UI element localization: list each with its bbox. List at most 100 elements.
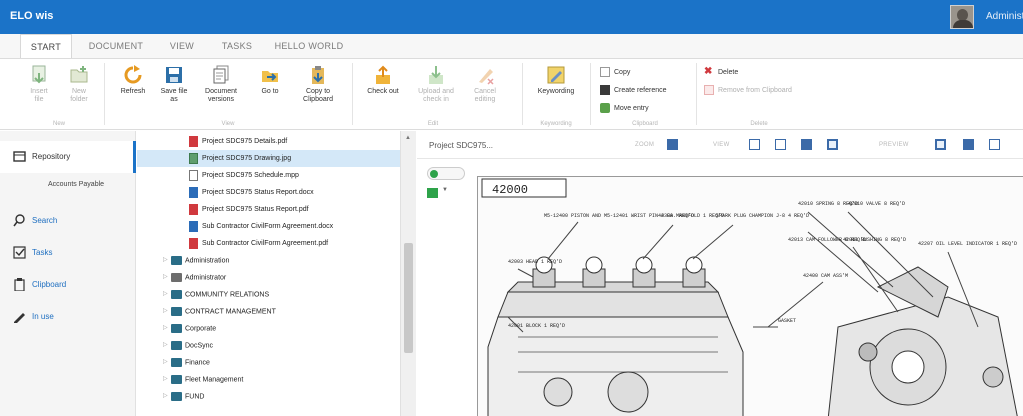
search-icon — [13, 214, 26, 227]
preview-pane: Project SDC975... ZOOM VIEW PREVIEW ▼ 42… — [417, 131, 1023, 416]
tree-document-item[interactable]: Project SDC975 Status Report.docx — [189, 184, 314, 201]
scroll-up-arrow-icon[interactable]: ▲ — [405, 135, 411, 141]
zoom-fit-icon[interactable] — [667, 139, 678, 150]
word-icon — [189, 186, 198, 198]
tree-folder-item[interactable]: ▷ Finance — [163, 354, 210, 371]
expand-arrow-icon[interactable]: ▷ — [163, 252, 171, 269]
expand-arrow-icon[interactable]: ▷ — [163, 320, 171, 337]
tree-folder-item[interactable]: ▷ Corporate — [163, 320, 216, 337]
view-full-page-icon[interactable] — [827, 139, 838, 150]
tree-document-item[interactable]: Project SDC975 Status Report.pdf — [189, 201, 309, 218]
upload-check-in-button[interactable]: Upload and check in — [416, 65, 456, 104]
insert-file-button[interactable]: Insert file — [26, 65, 52, 104]
user-avatar[interactable] — [950, 5, 974, 29]
drawing-callout: 42010 VALVE 8 REQ'D — [848, 201, 905, 207]
expand-arrow-icon[interactable]: ▷ — [163, 354, 171, 371]
toggle-switch[interactable] — [427, 167, 465, 180]
repository-tree: Project SDC975 Details.pdf Project SDC97… — [137, 131, 401, 416]
nav-repository[interactable]: Repository — [0, 141, 136, 173]
ribbon-separator — [352, 63, 353, 125]
preview-document-icon[interactable] — [935, 139, 946, 150]
drawing-callout: 42207 OIL LEVEL INDICATOR 1 REQ'D — [918, 241, 1017, 247]
refresh-button[interactable]: Refresh — [118, 65, 148, 96]
check-in-icon — [427, 65, 445, 85]
check-out-button[interactable]: Check out — [364, 65, 402, 96]
image-dropdown[interactable]: ▼ — [427, 187, 451, 200]
nav-search[interactable]: Search — [0, 205, 136, 237]
document-versions-button[interactable]: Document versions — [202, 65, 240, 104]
user-name[interactable]: Administrator — [986, 11, 1023, 22]
expand-arrow-icon[interactable]: ▷ — [163, 337, 171, 354]
expand-arrow-icon[interactable]: ▷ — [163, 303, 171, 320]
user-folder-icon — [171, 273, 182, 282]
remove-from-clipboard-button[interactable]: Remove from Clipboard — [704, 85, 792, 95]
tree-folder-item[interactable]: ▷ Fleet Management — [163, 371, 243, 388]
copy-to-clipboard-button[interactable]: Copy to Clipboard — [298, 65, 338, 104]
scrollbar-thumb[interactable] — [404, 243, 413, 353]
tree-document-item[interactable]: Project SDC975 Details.pdf — [189, 133, 287, 150]
tree-folder-item[interactable]: ▷ DocSync — [163, 337, 213, 354]
tab-tasks[interactable]: TASKS — [214, 34, 260, 58]
tree-folder-item[interactable]: ▷ Administration — [163, 252, 229, 269]
go-to-button[interactable]: Go to — [258, 65, 282, 96]
drawing-callout: SPARK PLUG CHAMPION J-8 4 REQ'D — [716, 213, 809, 219]
tree-document-item[interactable]: Project SDC975 Schedule.mpp — [189, 167, 299, 184]
view-fit-width-icon[interactable] — [801, 139, 812, 150]
go-to-icon — [261, 65, 279, 85]
new-folder-button[interactable]: New folder — [66, 65, 92, 104]
pdf-icon — [189, 237, 198, 249]
move-entry-icon — [600, 103, 610, 113]
ribbon-tabs: START DOCUMENT VIEW TASKS HELLO WORLD — [0, 34, 1023, 58]
tab-view[interactable]: VIEW — [162, 34, 202, 58]
expand-arrow-icon[interactable]: ▷ — [163, 371, 171, 388]
folder-icon — [171, 341, 182, 350]
repository-icon — [13, 150, 26, 163]
group-view-label: View — [221, 121, 235, 127]
tree-folder-item[interactable]: ▷ CONTRACT MANAGEMENT — [163, 303, 276, 320]
drawing-image[interactable]: 42000 M5-12400 PISTON AND M5-12401 WRIST… — [477, 176, 1023, 416]
nav-tasks[interactable]: Tasks — [0, 237, 136, 269]
tab-document[interactable]: DOCUMENT — [82, 34, 150, 58]
tree-document-item-selected[interactable]: Project SDC975 Drawing.jpg — [137, 150, 401, 167]
tab-hello-world[interactable]: HELLO WORLD — [270, 34, 348, 58]
delete-button[interactable]: ✖ Delete — [704, 67, 738, 77]
check-out-icon — [374, 65, 392, 85]
tree-folder-item[interactable]: ▷ Administrator — [163, 269, 226, 286]
folder-icon — [171, 256, 182, 265]
view-single-page-icon[interactable] — [749, 139, 760, 150]
ribbon-separator — [522, 63, 523, 125]
word-icon — [189, 220, 198, 232]
view-two-page-icon[interactable] — [775, 139, 786, 150]
new-folder-icon — [70, 65, 88, 85]
refresh-icon — [124, 65, 142, 85]
expand-arrow-icon[interactable]: ▷ — [163, 388, 171, 405]
cancel-editing-button[interactable]: Cancel editing — [468, 65, 502, 104]
copy-to-clipboard-icon — [309, 65, 327, 85]
app-title: ELO wis — [10, 10, 54, 22]
move-entry-button[interactable]: Move entry — [600, 103, 649, 113]
nav-accounts-payable[interactable]: Accounts Payable — [48, 181, 104, 188]
preview-header: Project SDC975... ZOOM VIEW PREVIEW — [417, 131, 1023, 159]
group-clipboard-label: Clipboard — [632, 121, 658, 127]
pdf-icon — [189, 203, 198, 215]
copy-icon — [600, 67, 610, 77]
tree-folder-item[interactable]: ▷ COMMUNITY RELATIONS — [163, 286, 269, 303]
tree-folder-item[interactable]: ▷ FUND — [163, 388, 204, 405]
nav-clipboard[interactable]: Clipboard — [0, 269, 136, 301]
create-reference-button[interactable]: Create reference — [600, 85, 667, 95]
preview-metadata-icon[interactable] — [963, 139, 974, 150]
tree-document-item[interactable]: Sub Contractor CivilForm Agreement.docx — [189, 218, 333, 235]
copy-button[interactable]: Copy — [600, 67, 630, 77]
group-delete-label: Delete — [750, 121, 768, 127]
expand-arrow-icon[interactable]: ▷ — [163, 286, 171, 303]
document-icon — [189, 169, 198, 181]
save-file-as-button[interactable]: Save file as — [158, 65, 190, 104]
tree-scrollbar[interactable]: ▲ — [400, 131, 416, 416]
nav-in-use[interactable]: In use — [0, 301, 136, 333]
preview-print-icon[interactable] — [989, 139, 1000, 150]
keywording-button[interactable]: Keywording — [532, 65, 580, 96]
tree-document-item[interactable]: Sub Contractor CivilForm Agreement.pdf — [189, 235, 328, 252]
expand-arrow-icon[interactable]: ▷ — [163, 269, 171, 286]
tab-start[interactable]: START — [20, 34, 72, 58]
ribbon-separator — [590, 63, 591, 125]
